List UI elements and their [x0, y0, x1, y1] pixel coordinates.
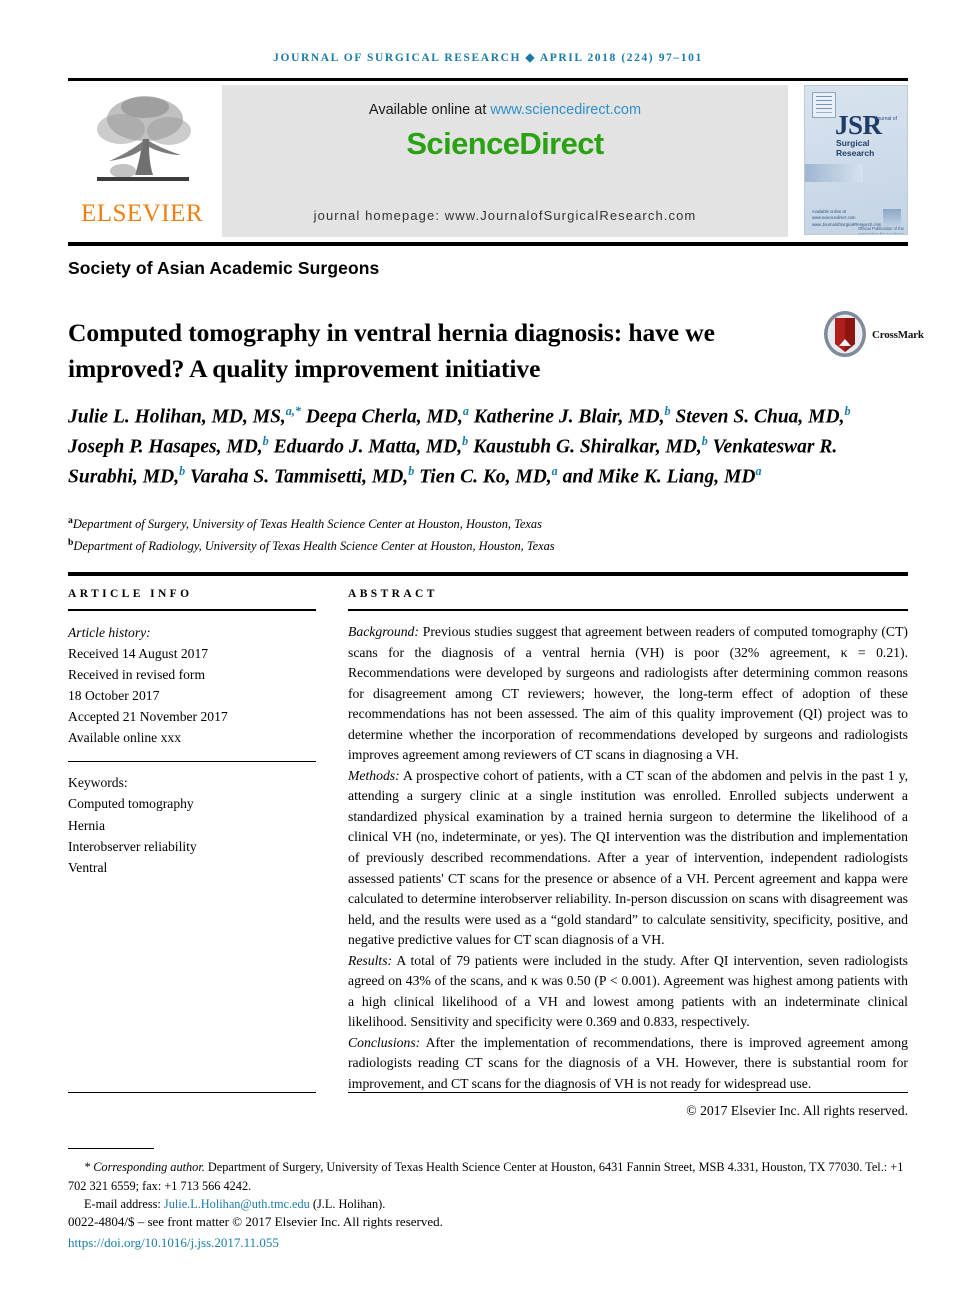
footnote-rule [68, 1148, 154, 1149]
affiliation-b: bDepartment of Radiology, University of … [68, 535, 858, 557]
article-history: Article history: Received 14 August 2017… [68, 622, 316, 748]
article-info-divider [68, 609, 316, 611]
journal-homepage: journal homepage: www.JournalofSurgicalR… [313, 208, 697, 223]
article-info-column: Article info Article history: Received 1… [68, 588, 316, 878]
article-history-item: Available online xxx [68, 730, 181, 746]
running-head: Journal of Surgical Research ◆ April 201… [273, 52, 703, 64]
abstract-text-results: A total of 79 patients were included in … [348, 952, 908, 1030]
elsevier-wordmark: ELSEVIER [80, 200, 204, 227]
abstract-copyright: © 2017 Elsevier Inc. All rights reserved… [686, 1102, 908, 1118]
abstract-section-methods: Methods: A prospective cohort of patient… [348, 766, 908, 951]
keyword-item: Interobserver reliability [68, 838, 197, 854]
masthead: ELSEVIER Available online at www.science… [68, 78, 908, 237]
sciencedirect-link[interactable]: www.sciencedirect.com [490, 102, 641, 118]
abstract-section-conclusions: Conclusions: After the implementation of… [348, 1033, 908, 1095]
keywords-label: Keywords: [68, 775, 128, 791]
abstract-label-background: Background: [348, 624, 419, 639]
footnote-block: * Corresponding author. Department of Su… [68, 1158, 913, 1214]
abstract-label-results: Results: [348, 952, 393, 968]
section-rule-top [68, 242, 908, 246]
abstract-label-conclusions: Conclusions: [348, 1034, 421, 1050]
article-history-item: 18 October 2017 [68, 688, 160, 704]
column-bottom-rule-left [68, 1092, 316, 1093]
affiliation-a: aDepartment of Surgery, University of Te… [68, 513, 858, 535]
corresponding-author-note: * Corresponding author. Department of Su… [68, 1158, 913, 1195]
crossmark-badge[interactable]: CrossMark [822, 306, 924, 366]
keyword-item: Hernia [68, 817, 105, 833]
abstract-text-methods: A prospective cohort of patients, with a… [348, 767, 908, 948]
sciencedirect-logo: ScienceDirect [406, 126, 604, 161]
doi-link[interactable]: https://doi.org/10.1016/j.jss.2017.11.05… [68, 1233, 913, 1254]
page-title: Computed tomography in ventral hernia di… [68, 318, 715, 384]
abstract-label-methods: Methods: [348, 767, 400, 783]
keyword-item: Ventral [68, 859, 108, 875]
society-label: Society of Asian Academic Surgeons [68, 258, 380, 278]
abstract-heading: Abstract [348, 588, 438, 600]
email-attribution: (J.L. Holihan). [312, 1197, 386, 1212]
corresponding-author-label: * Corresponding author. [84, 1160, 205, 1174]
crossmark-badge-icon [822, 310, 868, 363]
cover-title: Surgical Research [836, 138, 875, 158]
affiliation-text-a: Department of Surgery, University of Tex… [72, 517, 542, 532]
available-online-text: Available online at [368, 102, 487, 118]
imprint-block: 0022-4804/$ – see front matter © 2017 El… [68, 1212, 913, 1254]
elsevier-mark-icon [812, 92, 836, 118]
abstract-section-results: Results: A total of 79 patients were inc… [348, 951, 908, 1033]
elsevier-tree-icon [83, 89, 201, 199]
email-link[interactable]: Julie.L.Holihan@uth.tmc.edu [164, 1197, 310, 1211]
author-list: Julie L. Holihan, MD, MS,a,* Deepa Cherl… [68, 404, 851, 487]
keywords-block: Keywords: Computed tomography Hernia Int… [68, 772, 316, 877]
cover-footer: Available online at www.sciencedirect.co… [812, 209, 882, 227]
column-bottom-rule-right [348, 1092, 908, 1093]
article-history-item: Received in revised form [68, 667, 206, 683]
article-info-heading: Article info [68, 588, 193, 600]
article-history-label: Article history: [68, 625, 151, 640]
abstract-body: Background: Previous studies suggest tha… [348, 622, 908, 1121]
cover-acronym: JSR [835, 110, 882, 140]
paper-page: Journal of Surgical Research ◆ April 201… [0, 0, 975, 1305]
journal-cover-thumbnail: JSR Journal of Surgical Research Officia… [794, 85, 908, 237]
available-online-line: Available online at www.sciencedirect.co… [222, 102, 788, 118]
article-history-item: Received 14 August 2017 [68, 646, 209, 662]
cover-acronym-sub: Journal of [875, 116, 897, 122]
abstract-text-conclusions: After the implementation of recommendati… [348, 1034, 908, 1092]
sciencedirect-banner: Available online at www.sciencedirect.co… [222, 85, 788, 237]
keywords-divider [68, 761, 316, 763]
affiliation-text-b: Department of Radiology, University of T… [73, 539, 555, 554]
cover-band-upper [805, 164, 863, 182]
abstract-text-background: Previous studies suggest that agreement … [348, 624, 908, 763]
email-label: E-mail address: [84, 1197, 161, 1212]
section-rule-middle [68, 572, 908, 576]
keyword-item: Computed tomography [68, 796, 194, 812]
crossmark-label: CrossMark [872, 329, 924, 341]
affiliation-list: aDepartment of Surgery, University of Te… [68, 513, 858, 557]
abstract-divider [348, 609, 908, 611]
abstract-column: Abstract Background: Previous studies su… [348, 588, 908, 1121]
abstract-section-background: Background: Previous studies suggest tha… [348, 622, 908, 766]
issn-front-matter: 0022-4804/$ – see front matter © 2017 El… [68, 1214, 443, 1229]
elsevier-logo: ELSEVIER [68, 85, 216, 237]
article-history-item: Accepted 21 November 2017 [68, 709, 228, 725]
